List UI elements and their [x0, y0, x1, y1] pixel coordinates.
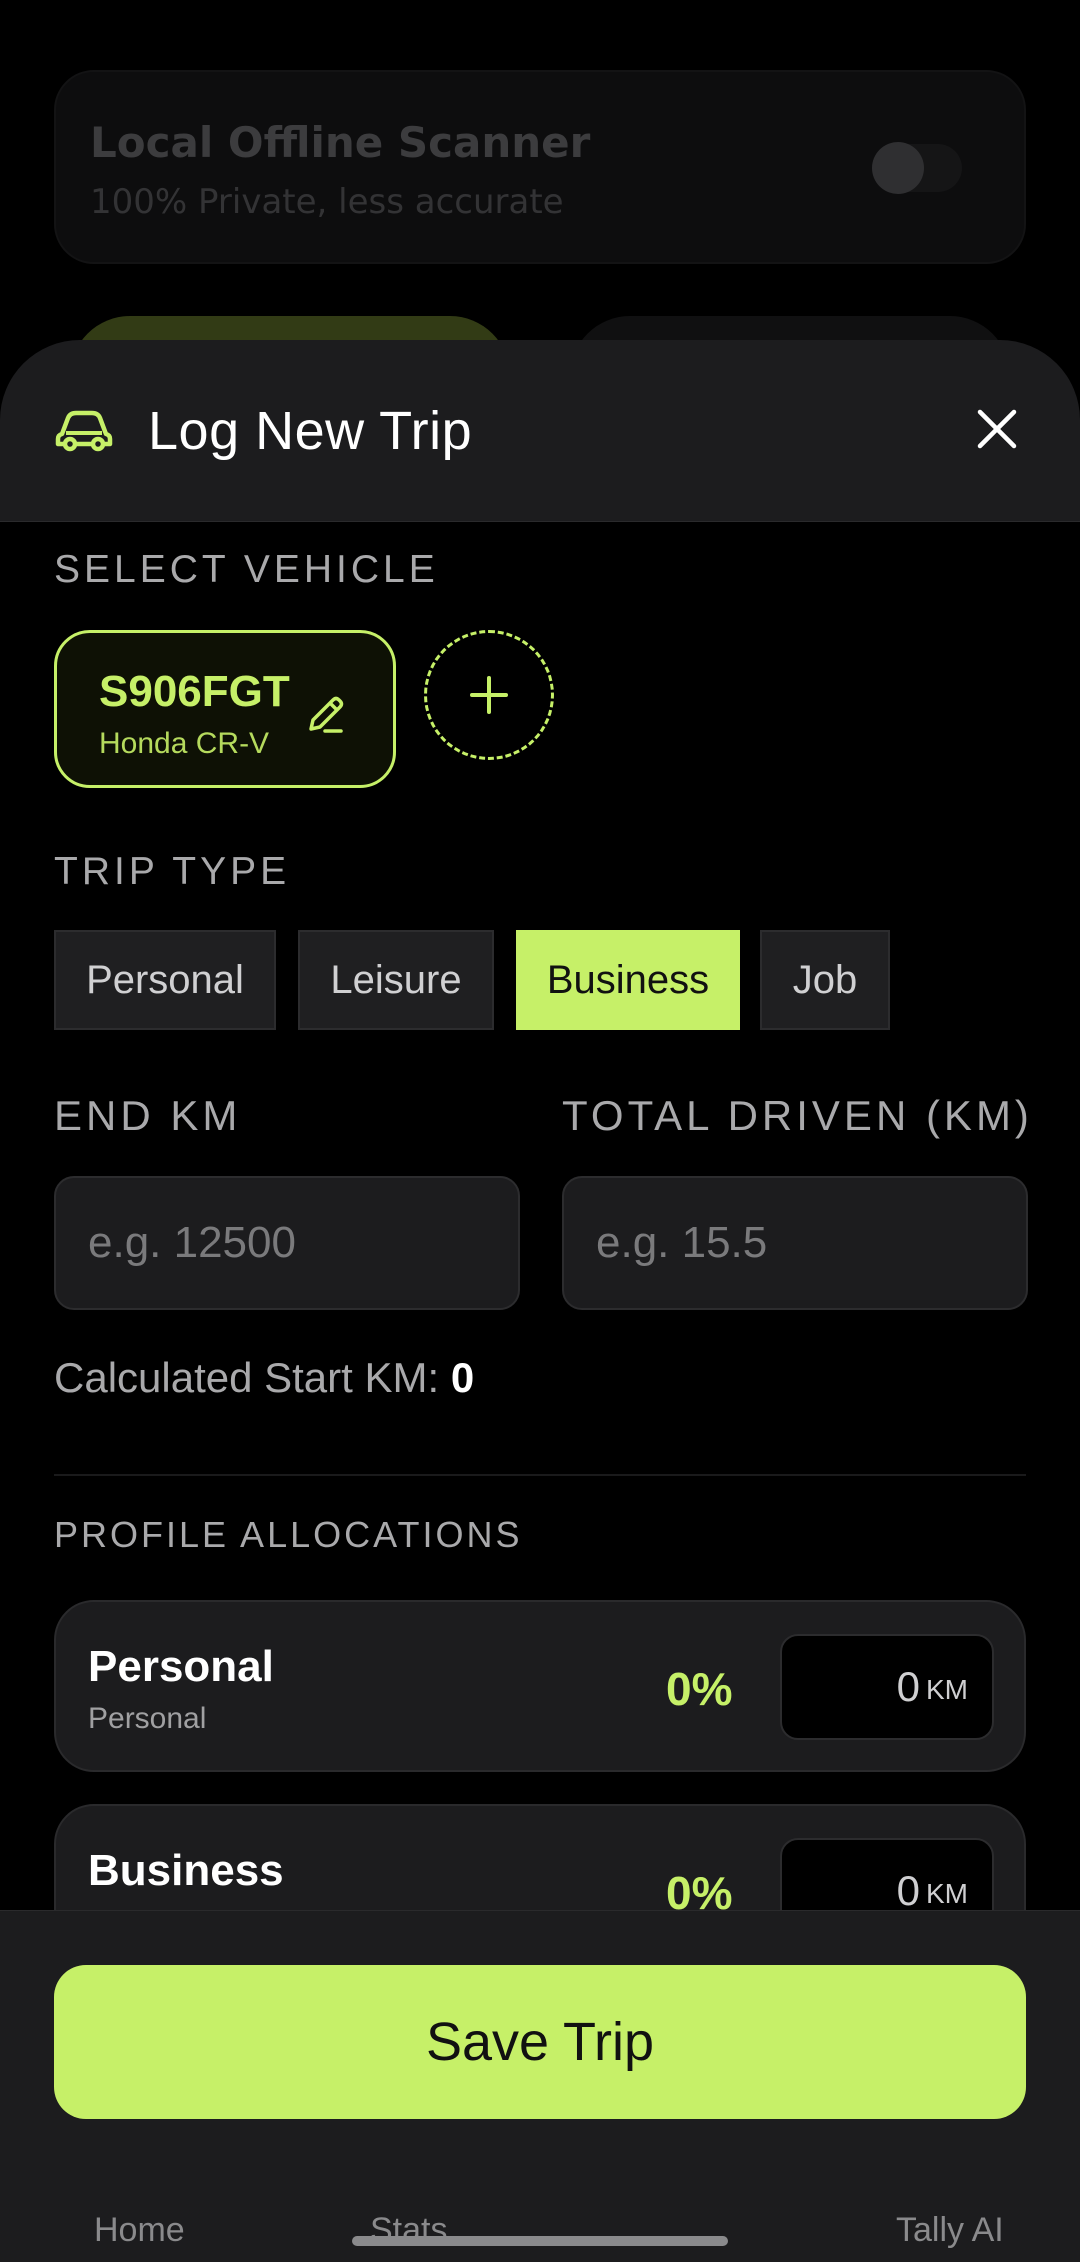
sheet-footer: Save Trip Home Stats Tally AI: [0, 1910, 1080, 2262]
profile-name: Personal: [88, 1642, 274, 1691]
vehicle-plate: S906FGT: [99, 667, 290, 716]
sheet-title: Log New Trip: [148, 401, 473, 461]
trip-type-business[interactable]: Business: [516, 930, 740, 1030]
profile-allocations-label: PROFILE ALLOCATIONS: [54, 1514, 523, 1555]
total-driven-input[interactable]: [562, 1176, 1028, 1310]
plus-icon: [470, 676, 508, 714]
profile-km-value: 0: [896, 1867, 920, 1914]
trip-type-label: TRIP TYPE: [54, 850, 291, 893]
home-indicator: [352, 2236, 728, 2246]
scanner-option-card: Local Offline Scanner 100% Private, less…: [54, 70, 1026, 264]
scanner-title: Local Offline Scanner: [90, 118, 591, 167]
profile-km-value: 0: [896, 1663, 920, 1710]
trip-type-leisure[interactable]: Leisure: [298, 930, 494, 1030]
screen: Local Offline Scanner 100% Private, less…: [0, 0, 1080, 2262]
vehicle-card-selected[interactable]: S906FGT Honda CR-V: [54, 630, 396, 788]
add-vehicle-button[interactable]: [424, 630, 554, 760]
nav-home[interactable]: Home: [94, 2211, 185, 2250]
vehicle-model: Honda CR-V: [99, 727, 270, 760]
scanner-subtitle: 100% Private, less accurate: [90, 182, 564, 222]
profile-km-input[interactable]: 0 KM: [780, 1634, 994, 1740]
profile-subtitle: Personal: [88, 1702, 207, 1735]
calculated-start-label: Calculated Start KM:: [54, 1354, 440, 1401]
car-icon: [55, 410, 113, 452]
profile-km-unit: KM: [926, 1674, 968, 1705]
calculated-start-value: 0: [450, 1354, 475, 1401]
trip-type-job[interactable]: Job: [760, 930, 890, 1030]
calculated-start-km: Calculated Start KM: 0: [54, 1354, 474, 1402]
profile-card-personal: Personal Personal 0% 0 KM: [54, 1600, 1026, 1772]
end-km-input[interactable]: [54, 1176, 520, 1310]
nav-tally-ai[interactable]: Tally AI: [896, 2211, 1004, 2250]
end-km-label: END KM: [54, 1092, 242, 1139]
sheet-header: Log New Trip: [0, 340, 1080, 522]
pencil-icon[interactable]: [303, 693, 347, 737]
toggle-knob: [872, 142, 924, 194]
profile-km-unit: KM: [926, 1878, 968, 1909]
section-divider: [54, 1474, 1026, 1476]
close-icon[interactable]: [974, 406, 1020, 452]
total-driven-label: TOTAL DRIVEN (KM): [562, 1092, 1033, 1139]
scanner-toggle: [872, 142, 962, 194]
save-trip-button[interactable]: Save Trip: [54, 1965, 1026, 2119]
trip-type-personal[interactable]: Personal: [54, 930, 276, 1030]
profile-percent: 0%: [666, 1663, 733, 1715]
select-vehicle-label: SELECT VEHICLE: [54, 548, 439, 591]
profile-name: Business: [88, 1846, 284, 1895]
